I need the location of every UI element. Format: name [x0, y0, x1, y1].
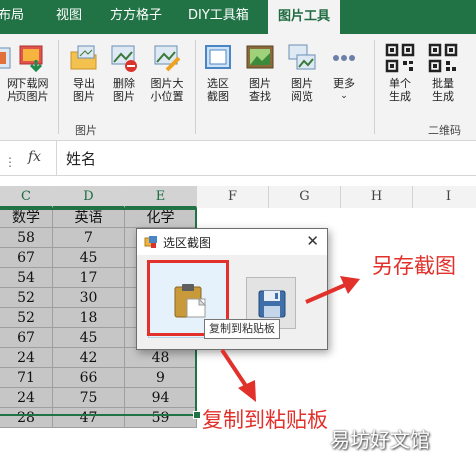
group-label-qrcode: 二维码: [428, 124, 461, 137]
table-cell[interactable]: 45: [53, 328, 125, 348]
find-pictures-button[interactable]: 图片 查找: [240, 42, 280, 103]
close-icon[interactable]: ✕: [306, 232, 319, 250]
ribbon-gap: [0, 176, 476, 186]
table-header-cell[interactable]: 数学: [0, 208, 53, 228]
table-cell[interactable]: 24: [0, 348, 53, 368]
column-header-g[interactable]: G: [269, 186, 341, 208]
formula-bar-divider: ⋮: [4, 155, 16, 169]
clipboard-icon: [174, 284, 207, 318]
column-header-f[interactable]: F: [197, 186, 269, 208]
group-separator: [195, 40, 196, 134]
annotation-save: 另存截图: [372, 254, 456, 278]
qrcode-batch-button[interactable]: 批量 生成: [423, 42, 463, 103]
table-cell[interactable]: 9: [125, 368, 197, 388]
table-cell[interactable]: 48: [125, 348, 197, 368]
save-icon: [258, 290, 286, 318]
table-cell[interactable]: 24: [0, 388, 53, 408]
more-button[interactable]: 更多 ⌄: [324, 42, 364, 103]
qr-single-icon: [385, 43, 415, 73]
dialog-title: 选区截图: [163, 236, 212, 250]
column-header-i[interactable]: I: [413, 186, 476, 208]
table-cell[interactable]: 30: [53, 288, 125, 308]
qrcode-single-button[interactable]: 单个 生成: [380, 42, 420, 103]
table-cell[interactable]: 45: [53, 248, 125, 268]
picture-size-position-button[interactable]: 图片大 小位置: [144, 42, 190, 103]
annotation-copy: 复制到粘贴板: [202, 408, 328, 432]
tab-view[interactable]: 视图: [56, 0, 82, 34]
column-header-d[interactable]: D: [53, 186, 125, 208]
group-separator: [58, 40, 59, 134]
formula-bar-controls: ⋮ fx: [0, 141, 57, 175]
tab-picture-tools[interactable]: 图片工具: [268, 0, 341, 34]
table-cell[interactable]: 67: [0, 328, 53, 348]
table-cell[interactable]: 18: [53, 308, 125, 328]
ribbon-tab-bar: 布局 视图 方方格子 DIY工具箱 图片工具: [0, 0, 476, 34]
export-picture-icon: [70, 45, 97, 70]
fill-handle[interactable]: [193, 411, 201, 419]
table-cell[interactable]: 71: [0, 368, 53, 388]
table-cell[interactable]: 17: [53, 268, 125, 288]
selection-screenshot-button[interactable]: 选区 截图: [198, 42, 238, 103]
chevron-down-icon: ⌄: [340, 91, 348, 101]
table-cell[interactable]: 52: [0, 288, 53, 308]
tab-fangfang[interactable]: 方方格子: [110, 0, 162, 34]
more-icon: [333, 55, 355, 61]
table-cell[interactable]: 66: [53, 368, 125, 388]
dialog-titlebar: 选区截图 ✕: [137, 229, 327, 255]
picture-resize-icon: [154, 45, 181, 72]
table-cell[interactable]: 58: [0, 228, 53, 248]
table-header-cell[interactable]: 英语: [53, 208, 125, 228]
table-cell[interactable]: 7: [53, 228, 125, 248]
table-cell[interactable]: 47: [53, 408, 125, 428]
table-header-cell[interactable]: 化学: [125, 208, 197, 228]
tab-layout[interactable]: 布局: [0, 0, 24, 34]
screenshot-app-icon: [144, 236, 157, 248]
formula-input[interactable]: 姓名: [66, 148, 96, 169]
table-cell[interactable]: 75: [53, 388, 125, 408]
tooltip: 复制到粘贴板: [204, 319, 280, 339]
table-cell[interactable]: 94: [125, 388, 197, 408]
delete-picture-icon: [111, 45, 137, 72]
insert-function-button[interactable]: fx: [28, 149, 41, 165]
screenshot-icon: [205, 45, 231, 69]
export-pictures-button[interactable]: 导出 图片: [64, 42, 104, 103]
watermark: 易坊好文馆: [330, 428, 430, 452]
download-web-pictures-button[interactable]: 下载网 页图片: [12, 42, 52, 103]
find-picture-icon: [246, 45, 274, 69]
browse-picture-icon: [288, 44, 316, 70]
table-cell[interactable]: 67: [0, 248, 53, 268]
column-header-h[interactable]: H: [341, 186, 413, 208]
qr-batch-icon: [428, 43, 458, 73]
group-separator: [374, 40, 375, 134]
table-cell[interactable]: 28: [0, 408, 53, 428]
delete-pictures-button[interactable]: 删除 图片: [104, 42, 144, 103]
formula-bar: ⋮ fx 姓名: [0, 141, 476, 176]
table-cell[interactable]: 54: [0, 268, 53, 288]
download-picture-icon: [19, 45, 43, 73]
table-cell[interactable]: 42: [53, 348, 125, 368]
group-label-picture: 图片: [75, 124, 97, 137]
ribbon-panel: 网 片 下载网 页图片 导出 图片 删除 图片 图片大 小位置 选区 截图 图片…: [0, 34, 476, 141]
table-cell[interactable]: 59: [125, 408, 197, 428]
browse-pictures-button[interactable]: 图片 阅览: [282, 42, 322, 103]
column-header-e[interactable]: E: [125, 186, 197, 208]
column-header-c[interactable]: C: [0, 186, 53, 208]
column-header-row: C D E F G H I: [0, 186, 476, 209]
table-cell[interactable]: 52: [0, 308, 53, 328]
tab-diy-toolbox[interactable]: DIY工具箱: [188, 0, 249, 34]
